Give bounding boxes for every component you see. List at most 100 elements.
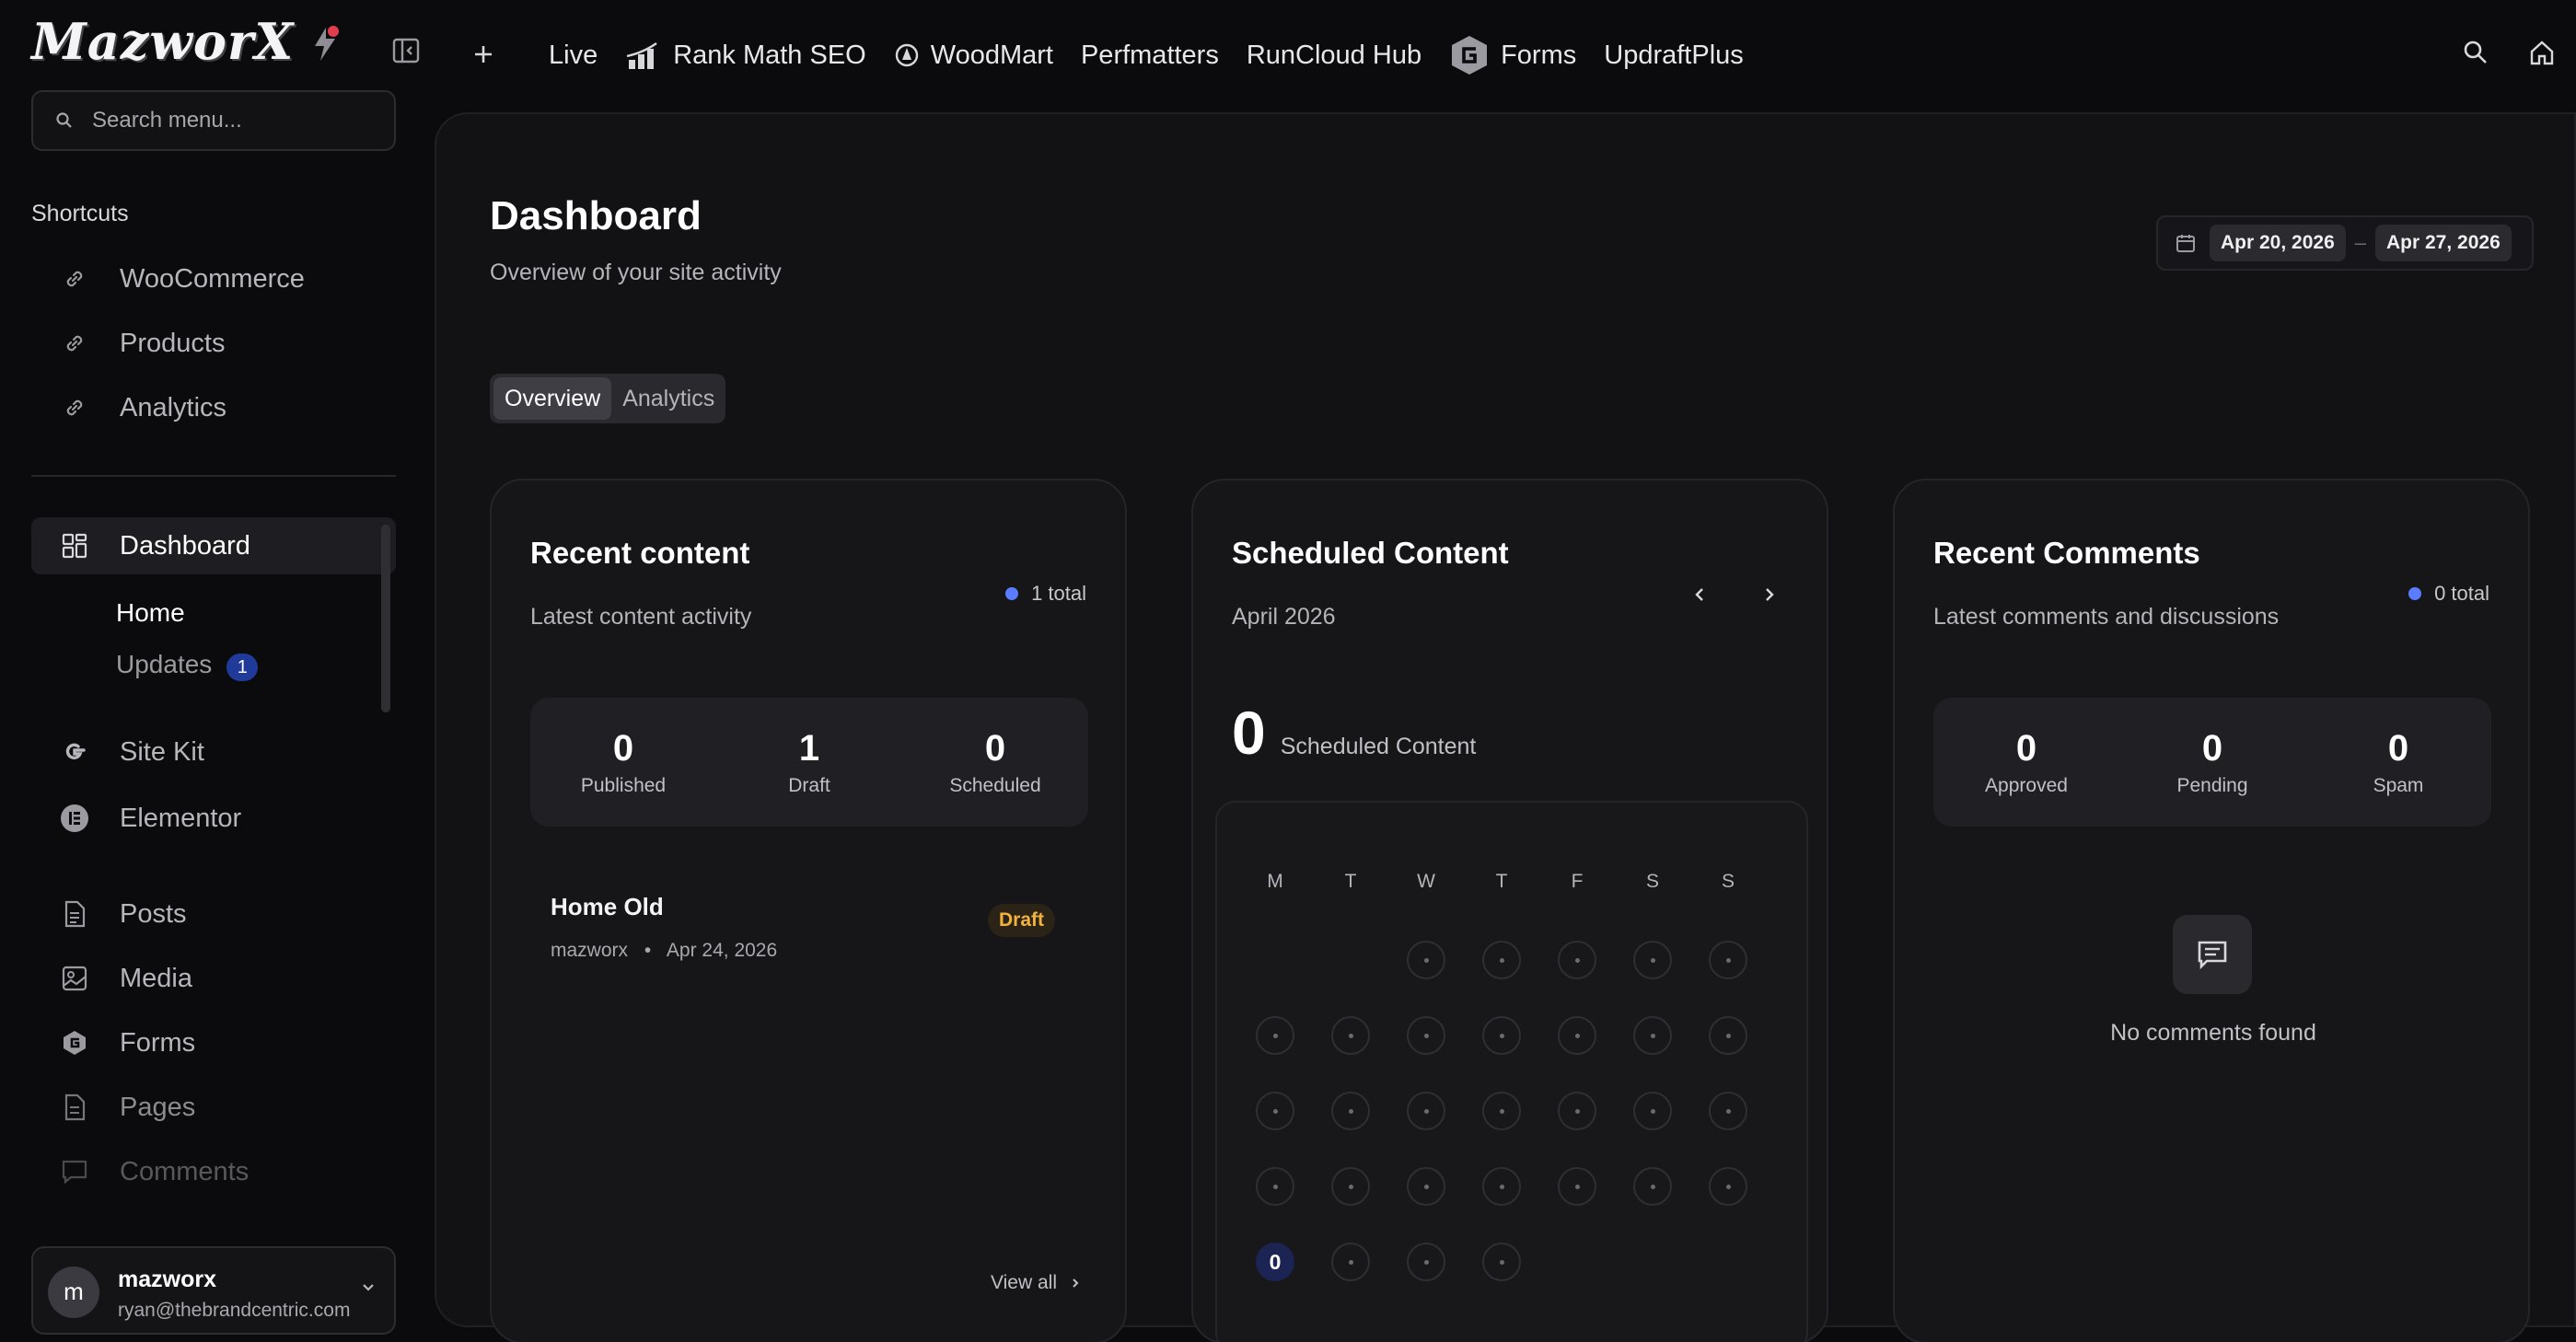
sidebar-scrollbar[interactable] [381, 525, 390, 712]
topnav-rank-math-seo[interactable]: Rank Math SEO [625, 40, 866, 71]
calendar-day[interactable] [1407, 1092, 1445, 1130]
user-menu[interactable]: m mazworx ryan@thebrandcentric.com [31, 1246, 396, 1335]
topnav-woodmart[interactable]: WoodMart [894, 40, 1053, 71]
stat-pending: 0 Pending [2119, 698, 2305, 827]
calendar-day[interactable] [1482, 1092, 1521, 1130]
home-icon[interactable] [2528, 39, 2556, 66]
brand-row: MazworX [31, 15, 420, 68]
topnav-perfmatters[interactable]: Perfmatters [1081, 40, 1219, 71]
forms-icon [59, 1027, 90, 1059]
date-start[interactable]: Apr 20, 2026 [2210, 225, 2346, 261]
calendar-day[interactable]: 0 [1256, 1243, 1294, 1281]
sidebar-toggle-icon[interactable] [392, 37, 420, 64]
date-range-picker[interactable]: Apr 20, 2026 – Apr 27, 2026 [2156, 215, 2534, 271]
user-email: ryan@thebrandcentric.com [118, 1300, 351, 1321]
topnav-forms[interactable]: Forms [1449, 34, 1576, 76]
topnav-live[interactable]: Live [549, 40, 598, 71]
page-title: Dashboard [490, 193, 702, 238]
calendar-day[interactable] [1482, 1016, 1521, 1055]
weekday-label: F [1571, 871, 1584, 892]
chevron-left-icon[interactable] [1687, 582, 1712, 607]
sidebar-item-posts[interactable]: Posts [31, 885, 396, 943]
calendar-day[interactable] [1633, 1092, 1672, 1130]
search-input[interactable] [92, 108, 387, 133]
sidebar-item-elementor[interactable]: Elementor [31, 790, 396, 847]
view-all-link[interactable]: View all [991, 1272, 1081, 1294]
calendar-day[interactable] [1633, 1167, 1672, 1206]
shortcut-analytics[interactable]: Analytics [31, 379, 396, 436]
list-item[interactable]: Home Old mazworx • Apr 24, 2026 Draft [551, 893, 1066, 962]
main-panel: Dashboard Overview of your site activity… [435, 112, 2576, 1342]
comment-stats: 0 Approved 0 Pending 0 Spam [1933, 698, 2491, 827]
calendar-day[interactable] [1331, 1016, 1370, 1055]
calendar-day[interactable] [1558, 1016, 1596, 1055]
search-box[interactable] [31, 90, 396, 151]
calendar-day[interactable] [1407, 1016, 1445, 1055]
chevron-right-icon[interactable] [1757, 582, 1782, 607]
status-dot [2408, 587, 2422, 600]
view-all-label: View all [991, 1272, 1057, 1293]
sidebar-item-label: Dashboard [120, 530, 250, 561]
content-author: mazworx [551, 940, 629, 961]
card-subtitle: Latest comments and discussions [1933, 604, 2280, 630]
sidebar-divider [31, 475, 396, 477]
link-icon [59, 263, 90, 295]
calendar-day[interactable] [1709, 941, 1747, 979]
date-end[interactable]: Apr 27, 2026 [2375, 225, 2512, 261]
calendar-day[interactable] [1256, 1092, 1294, 1130]
topnav-runcloud-hub[interactable]: RunCloud Hub [1247, 40, 1421, 71]
calendar-day[interactable] [1256, 1016, 1294, 1055]
calendar-day[interactable] [1482, 1167, 1521, 1206]
grid-icon [59, 530, 90, 561]
comment-icon [59, 1156, 90, 1187]
logo[interactable]: MazworX [31, 15, 294, 68]
calendar-day[interactable] [1407, 1167, 1445, 1206]
calendar-day[interactable] [1558, 941, 1596, 979]
tab-analytics[interactable]: Analytics [611, 377, 725, 420]
calendar-day[interactable] [1407, 1243, 1445, 1281]
image-icon [59, 963, 90, 994]
meta-separator: • [644, 940, 652, 961]
calendar-day[interactable] [1256, 1167, 1294, 1206]
calendar-day[interactable] [1331, 1243, 1370, 1281]
stat-value: 0 [2387, 727, 2409, 769]
stat-published: 0 Published [530, 698, 716, 827]
shortcut-label: WooCommerce [120, 263, 305, 294]
sidebar-item-pages[interactable]: Pages [31, 1079, 396, 1136]
calendar-day[interactable] [1482, 1243, 1521, 1281]
sidebar-item-dashboard[interactable]: Dashboard [31, 517, 396, 574]
weekday-label: T [1344, 871, 1357, 892]
card-title: Recent content [530, 536, 750, 570]
sidebar-subitem-home[interactable]: Home [116, 598, 185, 628]
calendar-day[interactable] [1709, 1167, 1747, 1206]
sidebar-item-media[interactable]: Media [31, 950, 396, 1007]
calendar-day[interactable] [1633, 1016, 1672, 1055]
calendar-day[interactable] [1633, 941, 1672, 979]
sidebar-item-comments[interactable]: Comments [31, 1143, 396, 1200]
sidebar-item-site-kit[interactable]: Site Kit [31, 723, 396, 781]
calendar-day[interactable] [1407, 941, 1445, 979]
calendar-day[interactable] [1709, 1092, 1747, 1130]
sidebar-subitem-updates[interactable]: Updates 1 [116, 650, 259, 681]
calendar-day[interactable] [1558, 1092, 1596, 1130]
calendar-day[interactable] [1709, 1016, 1747, 1055]
calendar-icon [2175, 232, 2197, 254]
calendar-day[interactable] [1482, 941, 1521, 979]
plus-icon[interactable] [470, 40, 497, 68]
calendar-day[interactable] [1331, 1167, 1370, 1206]
bolt-icon[interactable] [304, 20, 350, 66]
calendar-day[interactable] [1558, 1167, 1596, 1206]
shortcut-label: Products [120, 328, 226, 358]
weekday-label: S [1645, 871, 1659, 892]
weekday-label: M [1267, 871, 1283, 892]
tab-overview[interactable]: Overview [493, 377, 612, 420]
topnav-updraftplus[interactable]: UpdraftPlus [1604, 40, 1744, 71]
shortcut-woocommerce[interactable]: WooCommerce [31, 250, 396, 307]
calendar-day[interactable] [1331, 1092, 1370, 1130]
page-icon [59, 1092, 90, 1123]
search-icon[interactable] [2462, 39, 2489, 66]
google-icon [59, 736, 90, 768]
shortcut-products[interactable]: Products [31, 315, 396, 372]
total-count: 0 total [2408, 582, 2489, 606]
sidebar-item-forms[interactable]: Forms [31, 1014, 396, 1071]
